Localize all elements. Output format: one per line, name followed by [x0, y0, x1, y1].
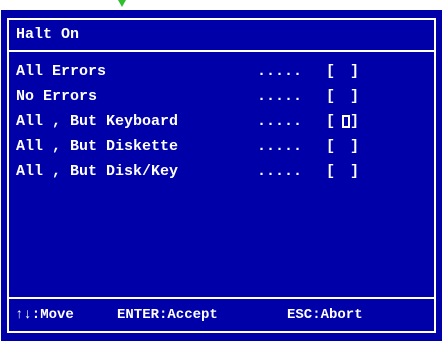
- option-all-errors[interactable]: All Errors ..... [ ]: [16, 63, 426, 88]
- bracket-open: [: [326, 138, 336, 155]
- option-label: All , But Diskette: [16, 138, 179, 155]
- option-label: All , But Disk/Key: [16, 163, 179, 180]
- selection-cursor-icon: [342, 115, 350, 128]
- bracket-close: ]: [350, 113, 360, 130]
- bracket-open: [: [326, 163, 336, 180]
- selection-marker: [342, 90, 350, 103]
- bracket-open: [: [326, 63, 336, 80]
- option-label: All Errors: [16, 63, 107, 80]
- halt-on-dialog: Halt On All Errors ..... [ ] No Errors .…: [1, 10, 442, 341]
- option-leader: .....: [257, 138, 303, 155]
- options-list: All Errors ..... [ ] No Errors ..... [ ]…: [16, 63, 426, 188]
- selection-marker: [342, 65, 350, 78]
- bracket-close: ]: [350, 88, 360, 105]
- selection-marker: [342, 140, 350, 153]
- hint-abort: ESC:Abort: [287, 307, 363, 323]
- option-all-but-disk-key[interactable]: All , But Disk/Key ..... [ ]: [16, 163, 426, 188]
- option-leader: .....: [257, 163, 303, 180]
- hint-accept: ENTER:Accept: [117, 307, 218, 323]
- option-leader: .....: [257, 88, 303, 105]
- option-no-errors[interactable]: No Errors ..... [ ]: [16, 88, 426, 113]
- title-divider: [9, 50, 434, 52]
- bracket-close: ]: [350, 163, 360, 180]
- option-leader: .....: [257, 113, 303, 130]
- down-arrow-icon: [118, 0, 126, 7]
- bracket-close: ]: [350, 63, 360, 80]
- option-label: No Errors: [16, 88, 98, 105]
- dialog-frame: Halt On All Errors ..... [ ] No Errors .…: [7, 18, 436, 333]
- selection-marker: [342, 165, 350, 178]
- bracket-open: [: [326, 113, 336, 130]
- bracket-open: [: [326, 88, 336, 105]
- option-all-but-diskette[interactable]: All , But Diskette ..... [ ]: [16, 138, 426, 163]
- bios-screen: Halt On All Errors ..... [ ] No Errors .…: [0, 0, 445, 344]
- bracket-close: ]: [350, 138, 360, 155]
- option-all-but-keyboard[interactable]: All , But Keyboard ..... [ ]: [16, 113, 426, 138]
- footer-divider: [9, 297, 434, 299]
- dialog-title: Halt On: [16, 26, 80, 43]
- option-leader: .....: [257, 63, 303, 80]
- hint-move: ↑↓:Move: [15, 307, 74, 323]
- option-label: All , But Keyboard: [16, 113, 179, 130]
- key-hints: ↑↓:Move ENTER:Accept ESC:Abort: [9, 306, 434, 326]
